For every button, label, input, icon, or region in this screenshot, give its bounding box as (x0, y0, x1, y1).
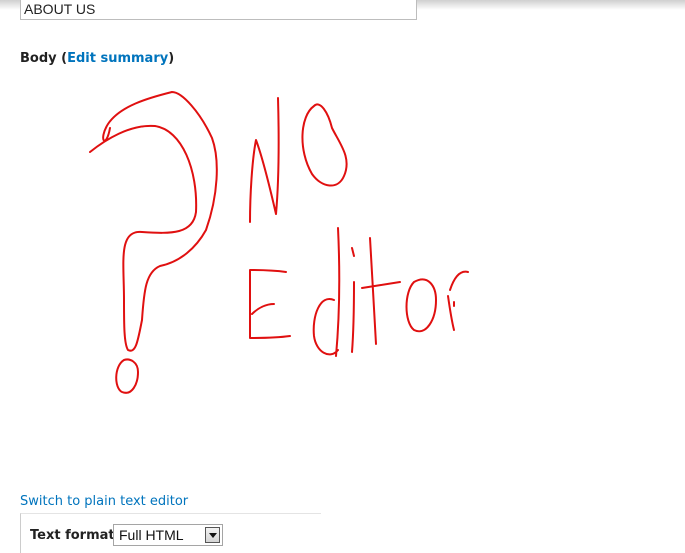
switch-to-plain-text-editor-link[interactable]: Switch to plain text editor (20, 494, 188, 509)
question-mark-stroke (89, 91, 218, 352)
question-mark-dot (115, 358, 139, 394)
letter-e-stroke (248, 269, 291, 339)
letter-o-stroke (301, 103, 348, 187)
letter-t-stroke (361, 237, 401, 345)
letter-r-stroke (447, 270, 469, 331)
text-format-label: Text format (30, 528, 115, 543)
letter-i-stroke (351, 247, 355, 353)
text-format-select[interactable]: Full HTML (113, 524, 223, 546)
letter-d-stroke (312, 227, 341, 357)
letter-o2-stroke (405, 278, 437, 333)
chevron-down-icon[interactable] (205, 527, 220, 543)
text-format-selected-value: Full HTML (119, 527, 184, 543)
handwritten-no-editor-sketch (89, 91, 469, 394)
letter-n-stroke (249, 97, 280, 223)
